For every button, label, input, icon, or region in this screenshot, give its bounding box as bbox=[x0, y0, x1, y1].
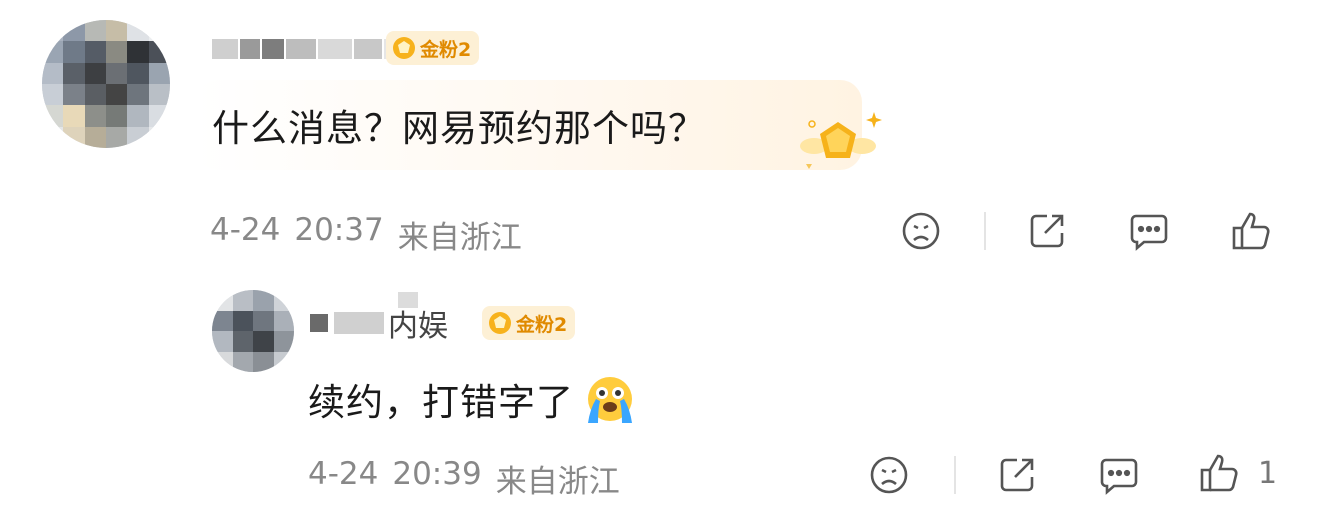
comment-meta: 4-24 20:39 来自浙江 bbox=[308, 456, 620, 501]
gold-fan-badge-icon bbox=[489, 312, 511, 334]
reply-icon bbox=[1100, 458, 1138, 495]
dislike-button[interactable] bbox=[866, 452, 912, 498]
comment-date: 4-24 bbox=[308, 456, 379, 492]
reply-button[interactable] bbox=[1126, 208, 1172, 254]
avatar-image bbox=[42, 20, 170, 148]
like-count: 1 bbox=[1258, 456, 1278, 491]
username-blur bbox=[398, 292, 418, 308]
username[interactable]: 内娱 bbox=[310, 298, 448, 348]
share-icon bbox=[1030, 214, 1064, 248]
dislike-icon bbox=[902, 212, 940, 250]
badge-label: 金粉2 bbox=[516, 313, 568, 336]
avatar[interactable] bbox=[42, 20, 170, 148]
fan-badge[interactable]: 金粉2 bbox=[482, 306, 576, 340]
like-button[interactable] bbox=[1228, 208, 1274, 254]
action-divider bbox=[954, 456, 956, 494]
badge-label: 金粉2 bbox=[420, 38, 472, 61]
dislike-icon bbox=[870, 456, 908, 494]
comment-text: 续约，打错字了 bbox=[308, 372, 638, 426]
username-blur bbox=[334, 312, 384, 334]
share-button[interactable] bbox=[994, 452, 1040, 498]
share-button[interactable] bbox=[1024, 208, 1070, 254]
avatar[interactable] bbox=[212, 290, 294, 372]
like-icon bbox=[1200, 454, 1238, 492]
gold-fan-badge-icon bbox=[393, 37, 415, 59]
action-divider bbox=[984, 212, 986, 250]
comment-date: 4-24 bbox=[210, 212, 281, 248]
username-blurred[interactable] bbox=[212, 32, 400, 66]
fan-bubble-decoration-icon bbox=[800, 112, 882, 169]
dislike-button[interactable] bbox=[898, 208, 944, 254]
like-icon bbox=[1232, 212, 1270, 250]
share-icon bbox=[1000, 458, 1034, 492]
comment-text-content: 续约，打错字了 bbox=[308, 381, 574, 424]
comment-time: 20:37 bbox=[294, 212, 384, 248]
reply-button[interactable] bbox=[1096, 452, 1142, 498]
fan-badge[interactable]: 金粉2 bbox=[386, 31, 480, 65]
like-button[interactable] bbox=[1196, 450, 1242, 496]
comment-time: 20:39 bbox=[392, 456, 482, 492]
cry-emoji bbox=[588, 377, 632, 423]
avatar-image bbox=[212, 290, 294, 372]
username-blur bbox=[310, 314, 328, 332]
comment-meta: 4-24 20:37 来自浙江 bbox=[210, 212, 522, 257]
username-visible: 内娱 bbox=[388, 309, 448, 344]
comment-text: 什么消息？网易预约那个吗？ bbox=[212, 107, 706, 150]
comment-location: 来自浙江 bbox=[397, 220, 522, 256]
reply-icon bbox=[1130, 214, 1168, 251]
comment-location: 来自浙江 bbox=[495, 464, 620, 500]
